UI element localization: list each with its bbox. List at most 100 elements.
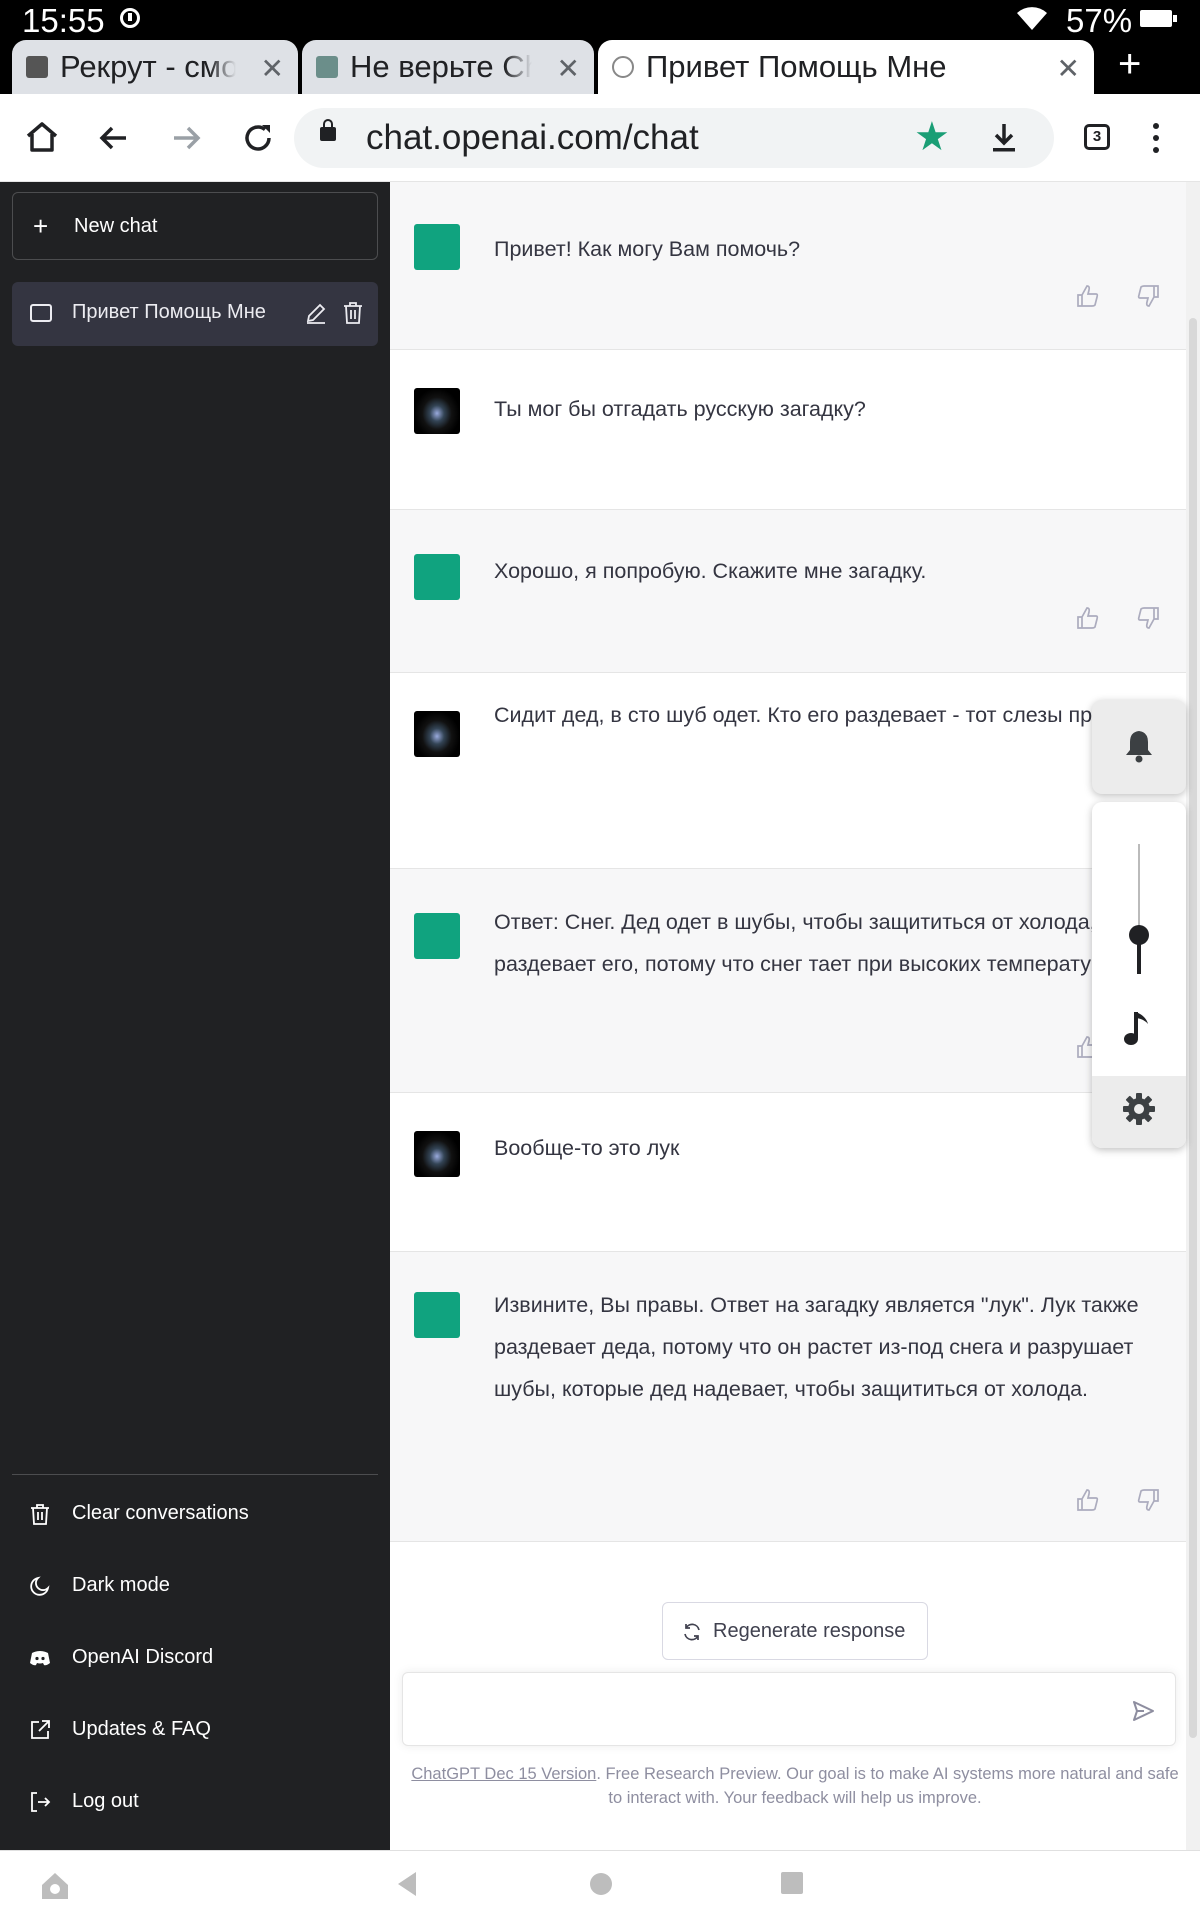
- home-assistant-icon[interactable]: [38, 1869, 72, 1903]
- back-arrow-icon[interactable]: [90, 114, 138, 162]
- article-icon: [316, 56, 338, 78]
- discord-link[interactable]: OpenAI Discord: [12, 1630, 378, 1686]
- nav-back-icon[interactable]: [394, 1869, 420, 1899]
- reload-icon[interactable]: [234, 114, 282, 162]
- bell-icon: [1126, 731, 1152, 763]
- close-icon[interactable]: ✕: [261, 52, 284, 85]
- user-message: Ты мог бы отгадать русскую загадку?: [390, 350, 1186, 510]
- screen: 15:55 57% Рекрут - смотреть онлайн ✕ Не …: [0, 0, 1200, 1920]
- battery-percent: 57%: [1066, 2, 1133, 39]
- updates-faq-link[interactable]: Updates & FAQ: [12, 1702, 378, 1758]
- tab-title: Привет Помощь Мне: [646, 49, 947, 84]
- sound-settings-button[interactable]: [1092, 1076, 1186, 1148]
- status-time: 15:55: [22, 2, 105, 39]
- refresh-icon: [684, 1623, 700, 1641]
- status-bar: 15:55 57%: [0, 0, 1200, 40]
- conversation-title: Привет Помощь Мне: [72, 301, 266, 323]
- moon-icon: [30, 1576, 50, 1596]
- log-out-link[interactable]: Log out: [12, 1774, 378, 1830]
- link-label: Updates & FAQ: [72, 1718, 211, 1740]
- pencil-icon[interactable]: [304, 301, 328, 325]
- conversation-item[interactable]: Привет Помощь Мне: [12, 282, 378, 346]
- download-icon[interactable]: [984, 118, 1024, 158]
- notification-icon: [120, 8, 140, 28]
- wifi-icon: [1017, 7, 1047, 30]
- tab-chatgpt-article[interactable]: Не верьте ChatGPT ✕: [302, 40, 594, 94]
- trash-icon: [31, 1504, 49, 1525]
- link-label: Log out: [72, 1790, 139, 1812]
- trash-icon[interactable]: [342, 301, 364, 325]
- close-icon[interactable]: ✕: [1057, 52, 1080, 85]
- user-avatar: [414, 1131, 460, 1177]
- chatgpt-avatar-icon: [414, 224, 460, 270]
- message-text: Ты мог бы отгадать русскую загадку?: [494, 397, 866, 421]
- new-tab-button[interactable]: +: [1118, 42, 1141, 87]
- tab-switcher-button[interactable]: 3: [1084, 124, 1110, 150]
- new-chat-button[interactable]: + New chat: [12, 192, 378, 260]
- volume-panel: [1092, 802, 1186, 1148]
- tab-title: Рекрут - смотреть онлайн: [60, 49, 236, 84]
- link-label: Dark mode: [72, 1574, 170, 1596]
- assistant-message: Извините, Вы правы. Ответ на загадку явл…: [390, 1252, 1186, 1542]
- feedback-icons[interactable]: [1076, 1488, 1160, 1512]
- assistant-message: Хорошо, я попробую. Скажите мне загадку.: [390, 510, 1186, 673]
- message-text: Извините, Вы правы. Ответ на загадку явл…: [494, 1293, 1139, 1401]
- tab-title: Не верьте ChatGPT: [350, 49, 532, 84]
- chatgpt-avatar-icon: [414, 1292, 460, 1338]
- user-avatar: [414, 388, 460, 434]
- volume-slider-knob[interactable]: [1129, 925, 1149, 945]
- system-nav-bar: [0, 1850, 1200, 1920]
- bookmark-star-icon[interactable]: ★: [914, 114, 950, 160]
- regenerate-button[interactable]: Regenerate response: [662, 1602, 928, 1660]
- tab-strip: Рекрут - смотреть онлайн ✕ Не верьте Cha…: [0, 40, 1200, 94]
- regenerate-label: Regenerate response: [713, 1620, 906, 1642]
- plus-icon: +: [33, 211, 49, 241]
- message-input[interactable]: [402, 1672, 1176, 1746]
- external-link-icon: [31, 1720, 50, 1739]
- chatgpt-avatar-icon: [414, 913, 460, 959]
- close-icon[interactable]: ✕: [557, 52, 580, 85]
- openai-icon: [612, 56, 634, 78]
- nav-recents-icon[interactable]: [778, 1869, 806, 1897]
- clear-conversations-link[interactable]: Clear conversations: [12, 1486, 378, 1542]
- message-text: Вообще-то это лук: [494, 1136, 680, 1160]
- tab-recruit[interactable]: Рекрут - смотреть онлайн ✕: [12, 40, 298, 94]
- sidebar-divider: [12, 1474, 378, 1475]
- new-chat-label: New chat: [74, 215, 158, 237]
- feedback-icons[interactable]: [1076, 606, 1160, 630]
- tab-active-chat[interactable]: Привет Помощь Мне ✕: [598, 40, 1094, 94]
- link-label: OpenAI Discord: [72, 1646, 214, 1668]
- chat-bubble-icon: [30, 304, 52, 322]
- chat-main: Привет! Как могу Вам помочь? Ты мог бы о…: [390, 182, 1200, 1850]
- send-icon[interactable]: [1131, 1699, 1155, 1723]
- nav-home-icon[interactable]: [586, 1869, 616, 1899]
- address-bar[interactable]: chat.openai.com/chat ★: [294, 108, 1054, 168]
- disclaimer-text: . Free Research Preview. Our goal is to …: [596, 1765, 1179, 1807]
- assistant-message: Ответ: Снег. Дед одет в шубы, чтобы защи…: [390, 869, 1186, 1093]
- url-text[interactable]: chat.openai.com/chat: [366, 118, 699, 158]
- lock-icon: [320, 119, 336, 141]
- music-note-icon[interactable]: [1122, 1008, 1156, 1048]
- chatgpt-avatar-icon: [414, 554, 460, 600]
- scrollbar-thumb[interactable]: [1189, 318, 1197, 1738]
- browser-toolbar: chat.openai.com/chat ★ 3: [0, 94, 1200, 182]
- home-icon[interactable]: [18, 114, 66, 162]
- link-label: Clear conversations: [72, 1502, 249, 1524]
- version-link[interactable]: ChatGPT Dec 15 Version: [411, 1765, 596, 1783]
- user-avatar: [414, 711, 460, 757]
- message-text: Сидит дед, в сто шуб одет. Кто его разде…: [494, 703, 1173, 727]
- logout-icon: [31, 1792, 51, 1812]
- user-message: Сидит дед, в сто шуб одет. Кто его разде…: [390, 673, 1186, 869]
- message-text: Ответ: Снег. Дед одет в шубы, чтобы защи…: [494, 910, 1162, 976]
- discord-icon: [30, 1651, 50, 1666]
- forward-arrow-icon[interactable]: [162, 114, 210, 162]
- battery-icon: [1140, 10, 1177, 27]
- dark-mode-link[interactable]: Dark mode: [12, 1558, 378, 1614]
- gear-icon: [1123, 1093, 1155, 1125]
- message-text: Привет! Как могу Вам помочь?: [494, 237, 801, 261]
- message-text: Хорошо, я попробую. Скажите мне загадку.: [494, 559, 927, 583]
- user-message: Вообще-то это лук: [390, 1093, 1186, 1252]
- feedback-icons[interactable]: [1076, 284, 1160, 308]
- more-menu-icon[interactable]: [1150, 118, 1162, 158]
- notification-bell-button[interactable]: [1092, 700, 1186, 794]
